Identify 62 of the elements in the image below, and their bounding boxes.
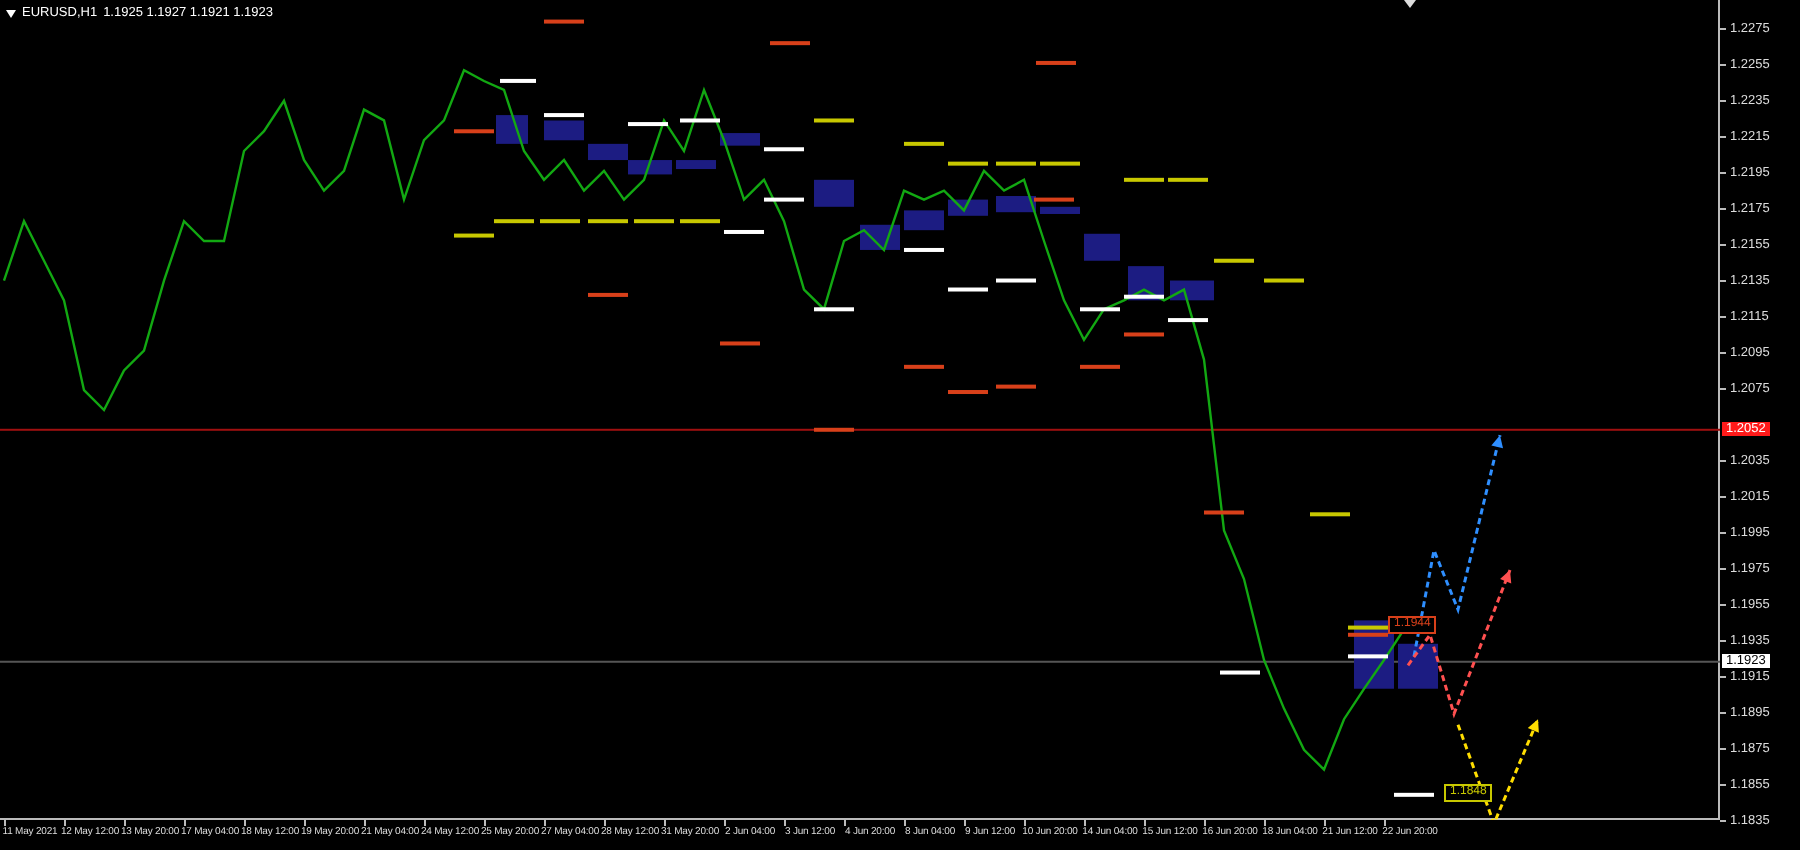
zone-box — [496, 115, 528, 144]
zone-box — [904, 210, 944, 231]
level-line — [814, 427, 854, 432]
dropdown-triangle-icon[interactable] — [6, 10, 16, 18]
level-line — [1080, 307, 1120, 312]
zone-box — [1040, 206, 1080, 214]
level-line — [1124, 332, 1164, 337]
level-line — [1036, 60, 1076, 65]
level-line — [764, 197, 804, 202]
level-line — [454, 129, 494, 134]
level-line — [1034, 197, 1074, 202]
level-line — [1168, 318, 1208, 323]
level-line — [814, 307, 854, 312]
zone-box — [1398, 643, 1438, 689]
level-line — [628, 122, 668, 127]
level-line — [1214, 258, 1254, 263]
level-line — [544, 19, 584, 24]
level-line — [948, 287, 988, 292]
level-line — [764, 147, 804, 152]
level-line — [1040, 161, 1080, 166]
level-line — [1394, 792, 1434, 797]
level-line — [544, 113, 584, 118]
level-line — [1204, 510, 1244, 515]
level-line — [814, 118, 854, 123]
level-line — [1080, 364, 1120, 369]
triangle-icon[interactable] — [1404, 0, 1416, 8]
zone-box — [588, 143, 628, 161]
level-line — [996, 161, 1036, 166]
level-line — [996, 384, 1036, 389]
level-line — [948, 161, 988, 166]
level-line — [680, 219, 720, 224]
level-line — [634, 219, 674, 224]
level-line — [770, 41, 810, 46]
zone-box — [1084, 233, 1120, 261]
level-line — [1168, 177, 1208, 182]
level-line — [720, 341, 760, 346]
level-line — [588, 292, 628, 297]
zone-box — [814, 179, 854, 207]
zone-box — [676, 160, 716, 170]
level-line — [454, 233, 494, 238]
zone-box — [996, 196, 1036, 213]
level-line — [1220, 670, 1260, 675]
zone-box — [544, 120, 584, 141]
level-line — [588, 219, 628, 224]
level-line — [500, 78, 536, 83]
level-line — [1310, 512, 1350, 517]
level-line — [1348, 654, 1388, 659]
level-line — [904, 247, 944, 252]
level-line — [494, 219, 534, 224]
level-line — [1124, 177, 1164, 182]
level-line — [1124, 294, 1164, 299]
level-line — [904, 141, 944, 146]
level-line — [904, 364, 944, 369]
level-line — [724, 229, 764, 234]
level-line — [540, 219, 580, 224]
level-line — [680, 118, 720, 123]
level-line — [1264, 278, 1304, 283]
zone-box — [720, 133, 760, 146]
zone-box — [860, 224, 900, 250]
level-line — [948, 390, 988, 394]
zone-box — [1170, 280, 1214, 301]
level-line — [996, 278, 1036, 283]
